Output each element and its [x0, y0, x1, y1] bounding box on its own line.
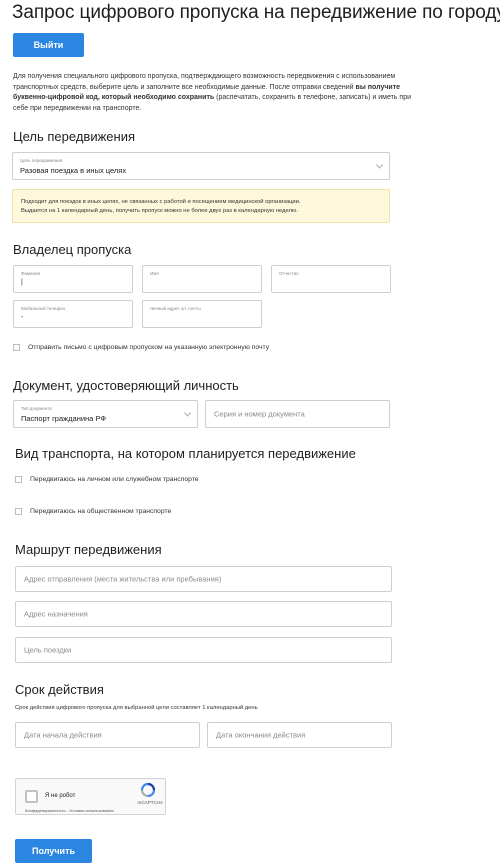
validity-note: Срок действия цифрового пропуска для выб…: [15, 705, 258, 711]
transport-heading: Вид транспорта, на котором планируется п…: [15, 446, 356, 461]
send-email-checkbox-row[interactable]: Отправить письмо с цифровым пропуском на…: [13, 344, 269, 351]
email-label: Личный адрес эл. почты: [150, 306, 201, 311]
purpose-note: Подходит для поездок в иных целях, не св…: [12, 189, 390, 223]
document-number-field[interactable]: Серия и номер документа: [205, 400, 390, 428]
send-email-checkbox[interactable]: [13, 344, 20, 351]
trip-purpose-field[interactable]: Цель поездки: [15, 637, 392, 663]
logout-button[interactable]: Выйти: [13, 33, 84, 57]
document-heading: Документ, удостоверяющий личность: [13, 378, 239, 393]
purpose-note-line-2: Выдается на 1 календарный день, получить…: [21, 208, 298, 214]
start-date-placeholder: Дата начала действия: [24, 730, 102, 740]
recaptcha-brand: reCAPTCHA: [137, 800, 163, 805]
owner-heading: Владелец пропуска: [13, 242, 132, 257]
route-from-placeholder: Адрес отправления (места жительства или …: [24, 574, 222, 584]
transport-personal-checkbox[interactable]: [15, 476, 22, 483]
chevron-down-icon: [183, 409, 192, 417]
submit-button[interactable]: Получить: [15, 839, 92, 863]
start-date-field[interactable]: Дата начала действия: [15, 722, 200, 748]
page-title: Запрос цифрового пропуска на передвижени…: [12, 2, 500, 23]
phone-field[interactable]: Мобильный телефон -: [13, 300, 133, 328]
trip-purpose-placeholder: Цель поездки: [24, 645, 72, 655]
phone-value: -: [21, 314, 24, 321]
route-heading: Маршрут передвижения: [15, 542, 162, 557]
purpose-note-line-1: Подходит для поездок в иных целях, не св…: [21, 199, 301, 205]
validity-heading: Срок действия: [15, 682, 104, 697]
transport-personal-label: Передвигаюсь на личном или служебном тра…: [30, 476, 199, 483]
recaptcha-checkbox[interactable]: [25, 790, 38, 803]
route-to-placeholder: Адрес назначения: [24, 609, 88, 619]
phone-label: Мобильный телефон: [21, 306, 66, 311]
transport-public-label: Передвигаюсь на общественном транспорте: [30, 508, 172, 515]
document-number-placeholder: Серия и номер документа: [214, 409, 305, 419]
lastname-value: |: [21, 279, 23, 286]
intro-text: Для получения специального цифрового про…: [13, 73, 411, 112]
send-email-label: Отправить письмо с цифровым пропуском на…: [28, 344, 270, 351]
purpose-select-value: Разовая поездка в иных целях: [20, 166, 127, 175]
transport-public-option[interactable]: Передвигаюсь на общественном транспорте: [15, 508, 171, 515]
route-from-field[interactable]: Адрес отправления (места жительства или …: [15, 566, 392, 592]
transport-personal-option[interactable]: Передвигаюсь на личном или служебном тра…: [15, 476, 199, 483]
route-to-field[interactable]: Адрес назначения: [15, 601, 392, 627]
purpose-select[interactable]: Цель передвижения Разовая поездка в иных…: [12, 152, 390, 180]
email-field[interactable]: Личный адрес эл. почты: [142, 300, 262, 328]
document-type-value: Паспорт гражданина РФ: [21, 414, 107, 423]
end-date-field[interactable]: Дата окончания действия: [207, 722, 392, 748]
firstname-label: Имя: [150, 271, 159, 276]
patronymic-field[interactable]: Отчество: [271, 265, 391, 293]
document-type-select[interactable]: Тип документа Паспорт гражданина РФ: [13, 400, 198, 428]
patronymic-label: Отчество: [279, 271, 299, 276]
recaptcha-widget: Я не робот reCAPTCHA Конфиденциальность …: [15, 778, 166, 815]
recaptcha-label: Я не робот: [45, 793, 76, 799]
purpose-heading: Цель передвижения: [13, 129, 135, 144]
lastname-label: Фамилия: [21, 271, 41, 276]
transport-public-checkbox[interactable]: [15, 508, 22, 515]
lastname-field[interactable]: Фамилия |: [13, 265, 133, 293]
purpose-select-label: Цель передвижения: [20, 158, 63, 163]
end-date-placeholder: Дата окончания действия: [216, 730, 306, 740]
chevron-down-icon: [375, 161, 384, 169]
recaptcha-links[interactable]: Конфиденциальность - Условия использован…: [25, 808, 114, 813]
document-type-label: Тип документа: [21, 406, 52, 411]
firstname-field[interactable]: Имя: [142, 265, 262, 293]
